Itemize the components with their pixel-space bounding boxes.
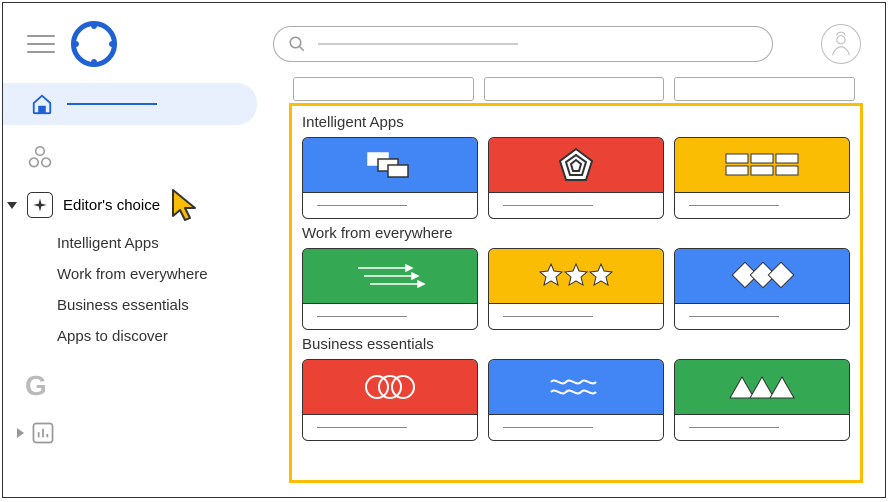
arrows-icon [350,258,430,294]
apps-icon[interactable] [27,145,53,171]
main-content: Intelligent Apps Work from everywhere Bu… [289,103,863,483]
app-card[interactable] [674,137,850,219]
diamonds-icon [722,261,802,291]
waves-icon [541,372,611,402]
grid-icon [722,150,802,180]
sparkle-icon [27,192,53,218]
app-card[interactable] [674,359,850,441]
app-card[interactable] [302,137,478,219]
sidebar-item-label: Business essentials [57,297,189,314]
avatar[interactable] [821,24,861,64]
editors-choice-label: Editor's choice [63,197,160,214]
stack-icon [360,147,420,183]
nav-label-line [67,103,157,105]
stars-icon [536,261,616,291]
triangles-icon [722,372,802,402]
sidebar-item-home[interactable] [3,83,257,125]
section-title: Work from everywhere [302,225,850,242]
menu-icon[interactable] [27,35,55,53]
pentagon-icon [556,145,596,185]
search-input[interactable] [273,26,773,62]
sidebar-item-business-essentials[interactable]: Business essentials [57,290,257,321]
sidebar-item-label: Work from everywhere [57,266,208,283]
sidebar-item-label: Apps to discover [57,328,168,345]
sidebar-item-analytics[interactable] [17,420,257,446]
filter-tab[interactable] [674,77,855,101]
cursor-icon [169,186,205,226]
google-icon[interactable]: G [25,370,257,402]
app-card[interactable] [302,248,478,330]
logo-icon [71,21,117,67]
app-card[interactable] [488,137,664,219]
chevron-down-icon [7,202,17,209]
search-placeholder-line [318,43,518,45]
filter-tab[interactable] [293,77,474,101]
app-card[interactable] [488,359,664,441]
app-card[interactable] [674,248,850,330]
filter-tab[interactable] [484,77,665,101]
sidebar-item-intelligent-apps[interactable]: Intelligent Apps [57,228,257,259]
app-card[interactable] [488,248,664,330]
chevron-right-icon [17,428,24,438]
section-title: Business essentials [302,336,850,353]
sidebar-item-apps-discover[interactable]: Apps to discover [57,321,257,352]
sidebar-item-editors-choice[interactable]: Editor's choice [7,192,257,218]
sidebar-item-work-everywhere[interactable]: Work from everywhere [57,259,257,290]
rings-icon [355,372,425,402]
app-card[interactable] [302,359,478,441]
sidebar-item-label: Intelligent Apps [57,235,159,252]
section-title: Intelligent Apps [302,114,850,131]
bar-chart-icon [30,420,56,446]
